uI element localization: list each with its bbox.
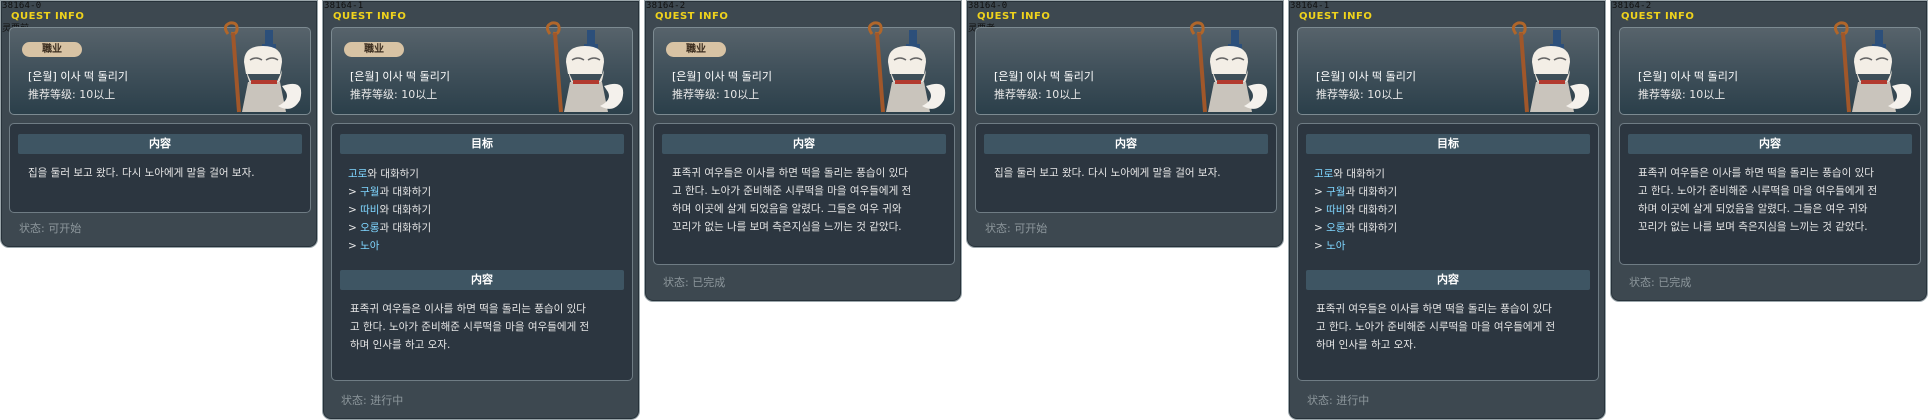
quest-id: 38164-2 (646, 1, 686, 11)
quest-status: 状态: 已完成 (663, 276, 726, 289)
objective-item: > 구월과 대화하기 (348, 186, 432, 198)
objective-item: > 노아 (348, 240, 380, 252)
objective-list: 고로와 대화하기 > 구월과 대화하기 > 따비와 대화하기 > 오롱과 대화하… (348, 165, 618, 255)
content-text: 표족귀 여우들은 이사를 하면 떡을 돌리는 풍습이 있다 고 한다. 노아가 … (1316, 303, 1556, 351)
objective-item: > 따비와 대화하기 (348, 204, 432, 216)
content-section-header: 内容 (1628, 134, 1912, 154)
quest-id: 38164-0 (968, 1, 1008, 11)
recommended-level: 推荐等级: 10以上 (28, 88, 116, 101)
quest-header: 職业 [은월] 이사 떡 돌리기 推荐等级: 10以上 (9, 21, 311, 115)
objective-list: 고로와 대화하기 > 구월과 대화하기 > 따비와 대화하기 > 오롱과 대화하… (1314, 165, 1584, 255)
recommended-level: 推荐等级: 10以上 (350, 88, 438, 101)
objective-item: 고로와 대화하기 (348, 168, 419, 180)
content-text: 표족귀 여우들은 이사를 하면 떡을 돌리는 풍습이 있다 고 한다. 노아가 … (350, 303, 590, 351)
quest-panel: 38164-0 QUEST INFO 灵要前 職业 [은월] 이사 떡 돌리기 … (0, 0, 318, 248)
recommended-level: 推荐等级: 10以上 (1638, 88, 1726, 101)
npc-sage-portrait (1189, 21, 1268, 113)
quest-info-label: QUEST INFO (655, 11, 729, 22)
quest-info-label: QUEST INFO (11, 11, 85, 22)
quest-status: 状态: 进行中 (341, 394, 404, 407)
quest-title: [은월] 이사 떡 돌리기 (1638, 70, 1739, 83)
content-text: 표족귀 여우들은 이사를 하면 떡을 돌리는 풍습이 있다 고 한다. 노아가 … (672, 167, 912, 233)
quest-status: 状态: 已完成 (1629, 276, 1692, 289)
objective-item: > 오롱과 대화하기 (348, 222, 432, 234)
quest-panel: 38164-2 QUEST INFO 職业 [은월] 이사 떡 돌리기 推荐等级… (644, 0, 962, 302)
quest-id: 38164-2 (1612, 1, 1652, 11)
quest-info-label: QUEST INFO (977, 11, 1051, 22)
quest-status: 状态: 进行中 (1307, 394, 1370, 407)
quest-id: 38164-1 (324, 1, 364, 11)
quest-content-box: 内容 집을 둘러 보고 왔다. 다시 노아에게 말을 걸어 보자. (975, 123, 1277, 213)
npc-sage-portrait (867, 21, 946, 113)
recommended-level: 推荐等级: 10以上 (1316, 88, 1404, 101)
content-section-header: 内容 (18, 134, 302, 154)
quest-id: 38164-0 (2, 1, 42, 11)
content-text: 표족귀 여우들은 이사를 하면 떡을 돌리는 풍습이 있다 고 한다. 노아가 … (1638, 167, 1878, 233)
quest-content-box: 内容 집을 둘러 보고 왔다. 다시 노아에게 말을 걸어 보자. (9, 123, 311, 213)
quest-panel: 38164-1 QUEST INFO 職业 [은월] 이사 떡 돌리기 推荐等级… (322, 0, 640, 420)
objective-item: > 오롱과 대화하기 (1314, 222, 1398, 234)
quest-content-box: 内容 표족귀 여우들은 이사를 하면 떡을 돌리는 풍습이 있다 고 한다. 노… (653, 123, 955, 265)
quest-panel: 38164-0 QUEST INFO 灵要者 [은월] 이사 떡 돌리기 推荐等… (966, 0, 1284, 248)
quest-header: [은월] 이사 떡 돌리기 推荐等级: 10以上 (1619, 21, 1921, 115)
npc-sage-portrait (1833, 21, 1912, 113)
objective-item: > 구월과 대화하기 (1314, 186, 1398, 198)
quest-title: [은월] 이사 떡 돌리기 (350, 70, 451, 83)
quest-status: 状态: 可开始 (985, 222, 1048, 235)
content-section-header: 内容 (662, 134, 946, 154)
goal-section-header: 目标 (1306, 134, 1590, 154)
quest-header: 職业 [은월] 이사 떡 돌리기 推荐等级: 10以上 (653, 21, 955, 115)
quest-panel: 38164-1 QUEST INFO [은월] 이사 떡 돌리기 推荐等级: 1… (1288, 0, 1606, 420)
quest-header: [은월] 이사 떡 돌리기 推荐等级: 10以上 (1297, 21, 1599, 115)
content-text: 집을 둘러 보고 왔다. 다시 노아에게 말을 걸어 보자. (28, 167, 255, 179)
content-section-header: 内容 (340, 270, 624, 290)
quest-info-label: QUEST INFO (333, 11, 407, 22)
npc-sage-portrait (223, 21, 302, 113)
job-badge: 職业 (344, 42, 404, 57)
quest-title: [은월] 이사 떡 돌리기 (994, 70, 1095, 83)
quest-header: 職业 [은월] 이사 떡 돌리기 推荐等级: 10以上 (331, 21, 633, 115)
quest-header: [은월] 이사 떡 돌리기 推荐等级: 10以上 (975, 21, 1277, 115)
quest-title: [은월] 이사 떡 돌리기 (28, 70, 129, 83)
npc-sage-portrait (545, 21, 624, 113)
quest-title: [은월] 이사 떡 돌리기 (1316, 70, 1417, 83)
job-badge: 職业 (666, 42, 726, 57)
goal-section-header: 目标 (340, 134, 624, 154)
recommended-level: 推荐等级: 10以上 (672, 88, 760, 101)
quest-info-label: QUEST INFO (1621, 11, 1695, 22)
quest-title: [은월] 이사 떡 돌리기 (672, 70, 773, 83)
quest-content-box: 内容 표족귀 여우들은 이사를 하면 떡을 돌리는 풍습이 있다 고 한다. 노… (1619, 123, 1921, 265)
objective-item: > 노아 (1314, 240, 1346, 252)
content-text: 집을 둘러 보고 왔다. 다시 노아에게 말을 걸어 보자. (994, 167, 1221, 179)
job-badge: 職业 (22, 42, 82, 57)
quest-panel: 38164-2 QUEST INFO [은월] 이사 떡 돌리기 推荐等级: 1… (1610, 0, 1928, 302)
objective-item: > 따비와 대화하기 (1314, 204, 1398, 216)
npc-sage-portrait (1511, 21, 1590, 113)
objective-item: 고로와 대화하기 (1314, 168, 1385, 180)
quest-content-box: 目标 고로와 대화하기 > 구월과 대화하기 > 따비와 대화하기 > 오롱과 … (1297, 123, 1599, 381)
content-section-header: 内容 (984, 134, 1268, 154)
quest-id: 38164-1 (1290, 1, 1330, 11)
quest-status: 状态: 可开始 (19, 222, 82, 235)
recommended-level: 推荐等级: 10以上 (994, 88, 1082, 101)
quest-content-box: 目标 고로와 대화하기 > 구월과 대화하기 > 따비와 대화하기 > 오롱과 … (331, 123, 633, 381)
content-section-header: 内容 (1306, 270, 1590, 290)
quest-info-label: QUEST INFO (1299, 11, 1373, 22)
